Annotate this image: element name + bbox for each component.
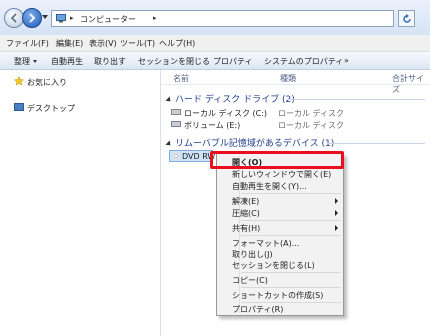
group-divider [287, 99, 425, 100]
collapse-arrow-icon[interactable] [165, 95, 173, 104]
group-title-hdd: ハード ディスク ドライブ (2) [175, 95, 295, 105]
menu-tools[interactable]: ツール(T) [120, 38, 155, 49]
breadcrumb-location[interactable]: コンピューター [80, 14, 136, 25]
computer-icon [56, 14, 66, 23]
submenu-arrow-icon [335, 225, 338, 231]
context-menu: 開く(O) 新しいウィンドウで開く(E) 自動再生を開く(Y)... 解凍(E)… [216, 153, 344, 316]
hard-drive-icon [171, 121, 181, 127]
system-properties-button[interactable]: システムのプロパティ [264, 56, 343, 67]
breadcrumb-separator-icon[interactable]: ▸ [153, 14, 157, 22]
item-name: ローカル ディスク (C:) [184, 109, 268, 118]
address-bar-area: ▸ コンピューター ▸ [0, 0, 430, 36]
menu-help[interactable]: ヘルプ(H) [159, 38, 195, 49]
column-header-row: 名前 種類 合計サイズ [161, 70, 430, 94]
breadcrumb-separator-icon[interactable]: ▸ [70, 14, 74, 22]
menu-separator [241, 193, 341, 194]
item-type: ローカル ディスク [278, 109, 344, 118]
group-title-removable: リムーバブル記憶域があるデバイス (1) [175, 139, 335, 149]
submenu-arrow-icon [335, 198, 338, 204]
dvd-drive-item[interactable]: DVD RW [169, 150, 215, 162]
refresh-button[interactable] [398, 10, 415, 27]
menu-item-close-session[interactable]: セッションを閉じる(L) [232, 260, 315, 271]
eject-button[interactable]: 取り出す [94, 56, 126, 67]
menu-separator [241, 302, 341, 303]
properties-button[interactable]: プロパティ [213, 56, 253, 67]
nav-item-desktop[interactable]: デスクトップ [2, 101, 156, 115]
column-name[interactable]: 名前 [173, 73, 189, 84]
submenu-arrow-icon [335, 210, 338, 216]
more-commands-button[interactable]: » [344, 56, 349, 65]
column-total-size[interactable]: 合計サイズ [392, 73, 430, 95]
menu-item-create-shortcut[interactable]: ショートカットの作成(S) [232, 290, 323, 301]
menu-separator [241, 220, 341, 221]
back-button[interactable] [4, 8, 24, 28]
nav-desktop-label: デスクトップ [27, 104, 75, 113]
autoplay-button[interactable]: 自動再生 [51, 56, 83, 67]
menu-separator [241, 287, 341, 288]
menu-file[interactable]: ファイル(F) [6, 38, 49, 49]
back-arrow-icon [10, 13, 17, 23]
callout-highlight-box [210, 151, 344, 169]
menu-item-compress[interactable]: 圧縮(C) [232, 208, 260, 219]
command-bar: 整理 自動再生 取り出す セッションを閉じる プロパティ システムのプロパティ … [0, 52, 430, 70]
menu-item-autoplay[interactable]: 自動再生を開く(Y)... [232, 181, 307, 192]
group-divider [327, 143, 425, 144]
navigation-pane: お気に入り デスクトップ [0, 70, 161, 336]
menu-edit[interactable]: 編集(E) [56, 38, 83, 49]
menu-item-format[interactable]: フォーマット(A)... [232, 238, 299, 249]
menu-item-unzip[interactable]: 解凍(E) [232, 196, 259, 207]
column-type[interactable]: 種類 [280, 73, 296, 84]
item-name: ボリューム (E:) [184, 121, 241, 130]
nav-favorites-label: お気に入り [27, 78, 67, 87]
menu-separator [241, 235, 341, 236]
collapse-arrow-icon[interactable] [165, 139, 173, 148]
group-header-removable[interactable]: リムーバブル記憶域があるデバイス (1) [165, 136, 335, 149]
menu-separator [241, 272, 341, 273]
menu-bar: ファイル(F) 編集(E) 表示(V) ツール(T) ヘルプ(H) [0, 35, 430, 52]
desktop-icon [14, 103, 24, 111]
menu-item-share[interactable]: 共有(H) [232, 223, 260, 234]
organize-label: 整理 [14, 57, 30, 66]
refresh-icon [403, 14, 411, 23]
close-session-button[interactable]: セッションを閉じる [138, 56, 210, 67]
address-input[interactable]: ▸ コンピューター ▸ [51, 10, 394, 27]
menu-item-open-new-window[interactable]: 新しいウィンドウで開く(E) [232, 169, 331, 180]
menu-item-properties[interactable]: プロパティ(R) [232, 304, 283, 315]
forward-arrow-icon [29, 13, 36, 23]
item-type: ローカル ディスク [278, 121, 344, 130]
group-header-hdd[interactable]: ハード ディスク ドライブ (2) [165, 92, 295, 105]
star-icon [14, 76, 24, 86]
hard-drive-icon [171, 109, 181, 115]
menu-item-eject[interactable]: 取り出し(J) [232, 249, 273, 260]
chevron-down-icon [33, 60, 37, 63]
organize-button[interactable]: 整理 [14, 56, 37, 67]
dvd-disc-icon [172, 152, 180, 160]
menu-item-copy[interactable]: コピー(C) [232, 275, 268, 286]
recent-pages-dropdown[interactable] [42, 15, 48, 19]
forward-button[interactable] [22, 8, 42, 28]
menu-view[interactable]: 表示(V) [89, 38, 117, 49]
